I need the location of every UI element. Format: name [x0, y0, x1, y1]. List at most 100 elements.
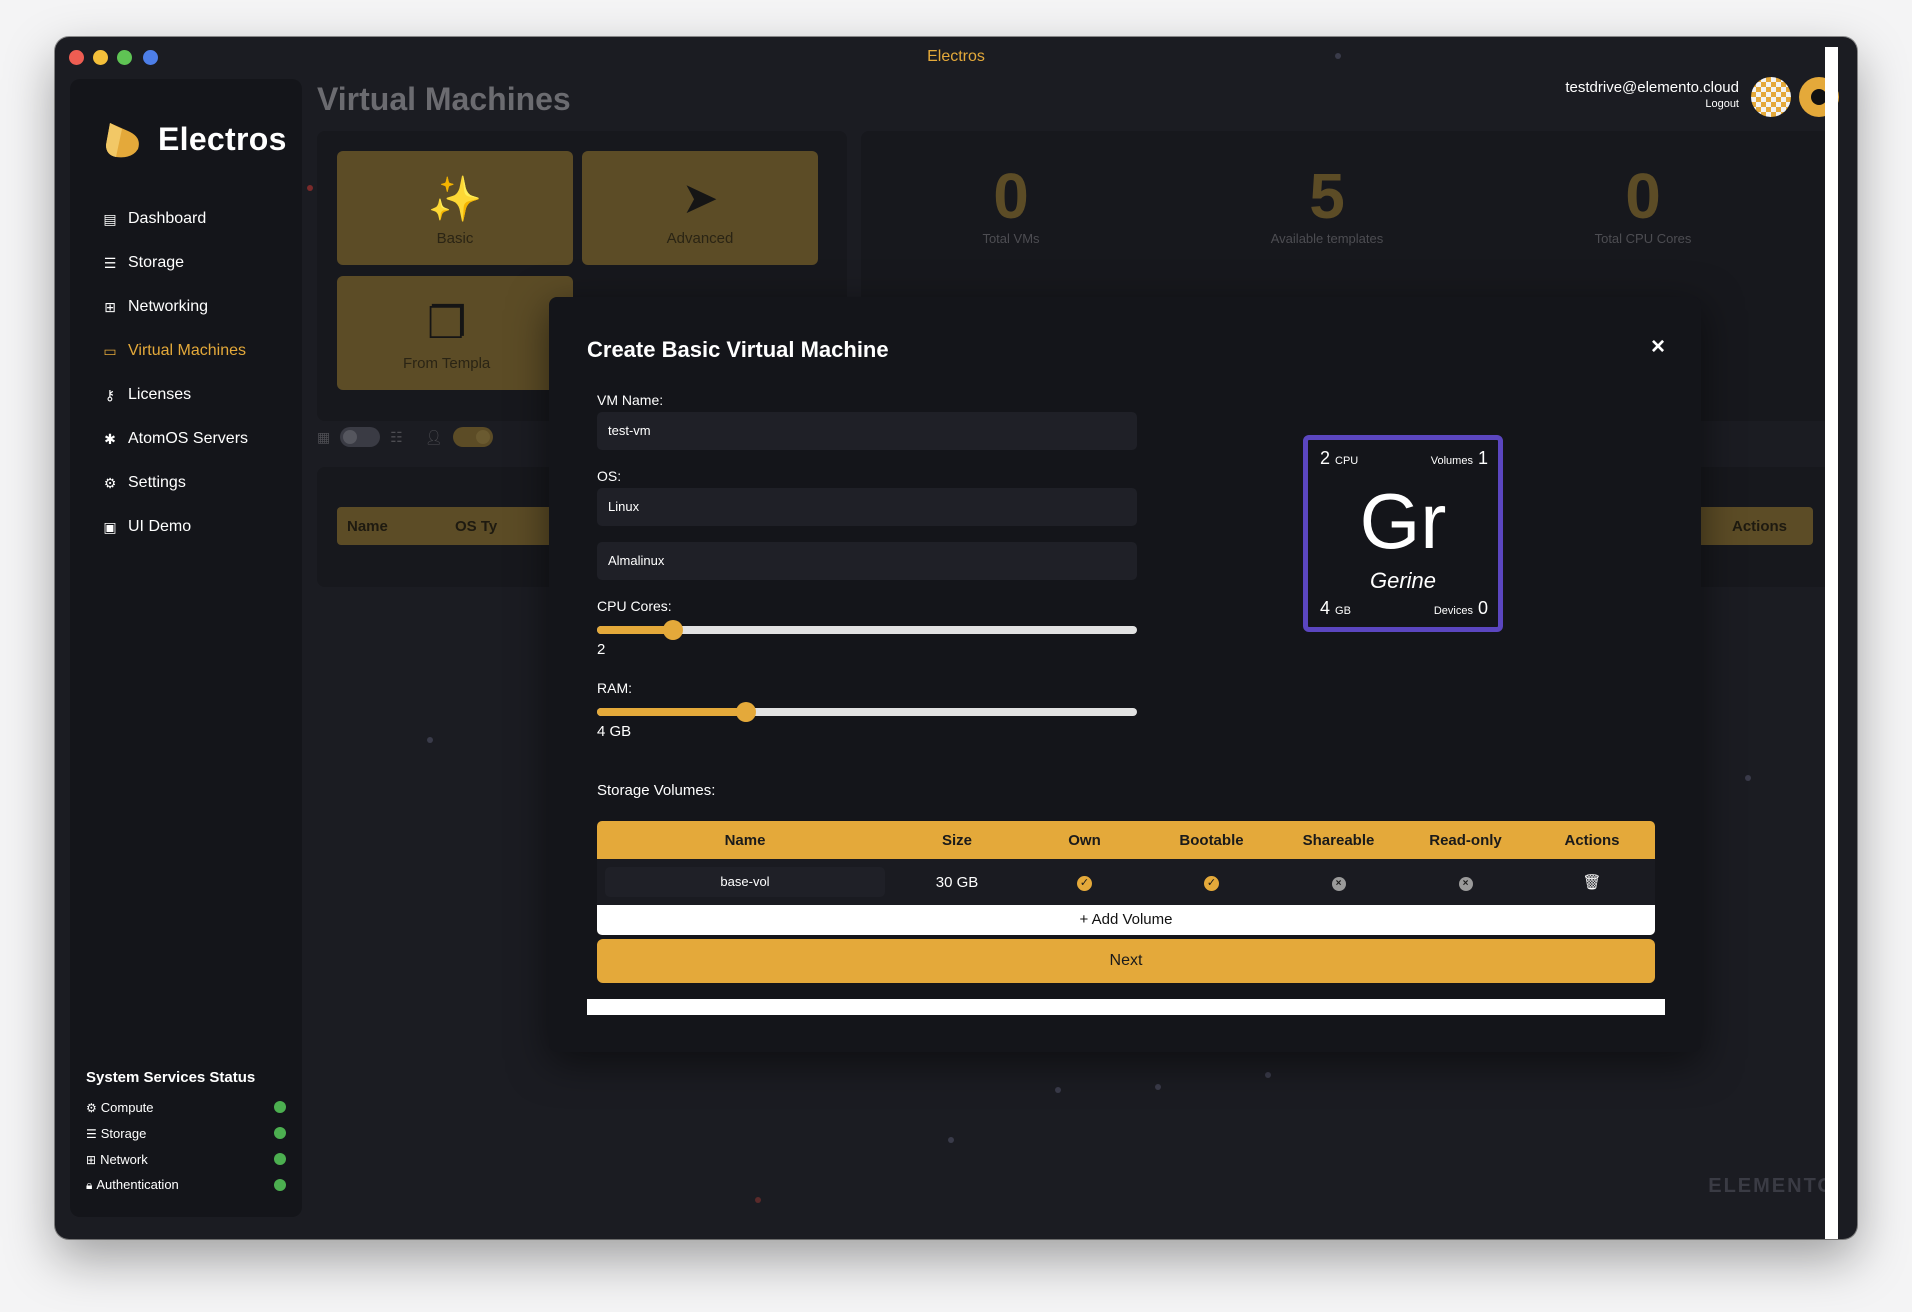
volume-name-input[interactable]: base-vol	[605, 867, 885, 897]
slider-fill	[597, 626, 673, 634]
brand[interactable]: Electros	[102, 117, 287, 161]
list-icon: ☷	[390, 428, 403, 445]
slider-thumb[interactable]	[735, 702, 756, 722]
status-row-network: ⊞ Network	[86, 1146, 286, 1172]
cpu-cores-value: 2	[597, 641, 606, 658]
sidebar-item-licenses[interactable]: ⚷ Licenses	[100, 373, 248, 417]
card-volumes: Volumes 1	[1430, 448, 1488, 468]
card-symbol: Gr	[1359, 477, 1447, 565]
volumes-table-header: Name Size Own Bootable Shareable Read-on…	[597, 821, 1655, 859]
sidebar-nav: ▤ Dashboard ☰ Storage ⊞ Networking ▭ Vir…	[100, 197, 248, 549]
bootable-check-icon[interactable]: ✓	[1204, 876, 1219, 891]
electros-logo-icon	[106, 123, 139, 158]
card-ram: 4 GB	[1320, 598, 1351, 618]
sidebar-item-dashboard[interactable]: ▤ Dashboard	[100, 197, 248, 241]
scrollbar[interactable]	[1825, 47, 1838, 1239]
stat-label: Total CPU Cores	[1594, 231, 1692, 246]
column-header: Read-only	[1429, 831, 1502, 849]
cpu-cores-slider[interactable]	[597, 620, 1137, 640]
ram-label: RAM:	[597, 680, 632, 696]
storage-volumes-label: Storage Volumes:	[597, 782, 716, 799]
monitor-icon: ▭	[103, 342, 117, 359]
copy-icon: ❐	[427, 299, 467, 348]
card-devices: Devices 0	[1433, 598, 1488, 618]
page-title: Virtual Machines	[317, 81, 571, 117]
logout-link[interactable]: Logout	[1565, 98, 1739, 110]
network-icon: ⊞	[104, 298, 116, 315]
vm-name-input[interactable]	[597, 412, 1137, 450]
magic-wand-icon: ✨	[427, 175, 483, 224]
status-label: Compute	[100, 1099, 154, 1115]
create-from-template-card[interactable]: ❐ From Templa	[337, 276, 573, 390]
column-header: Name	[724, 831, 766, 849]
sidebar-item-virtual-machines[interactable]: ▭ Virtual Machines	[100, 329, 248, 373]
volume-size: 30 GB	[935, 873, 979, 891]
sidebar-item-networking[interactable]: ⊞ Networking	[100, 285, 248, 329]
status-row-compute: ⚙ Compute	[86, 1094, 286, 1120]
column-name[interactable]: Name	[347, 518, 388, 535]
ram-value: 4 GB	[597, 723, 632, 740]
shareable-x-icon[interactable]: ×	[1331, 877, 1346, 891]
stat-label: Available templates	[1270, 231, 1384, 246]
network-icon: ⊞	[86, 1152, 97, 1167]
lock-icon: 🔒︎	[86, 1178, 93, 1192]
next-button[interactable]: Next	[597, 939, 1655, 983]
owner-toggle[interactable]	[452, 427, 493, 447]
database-icon: ☰	[86, 1126, 97, 1141]
vm-element-card: 2 CPU Volumes 1 Gr Gerine 4 GB Devices 0	[1303, 435, 1503, 632]
os-family-select[interactable]: Linux	[597, 488, 1137, 526]
avatar[interactable]	[1751, 77, 1791, 117]
sidebar-item-label: AtomOS Servers	[128, 430, 249, 447]
user-menu: testdrive@elemento.cloud Logout	[1565, 79, 1739, 110]
sidebar-item-settings[interactable]: ⚙ Settings	[100, 461, 248, 505]
own-check-icon[interactable]: ✓	[1077, 876, 1092, 891]
os-label: OS:	[597, 468, 622, 484]
readonly-x-icon[interactable]: ×	[1458, 877, 1473, 891]
status-label: Storage	[100, 1125, 147, 1141]
sidebar-item-label: UI Demo	[128, 518, 192, 535]
create-basic-card[interactable]: ✨ Basic	[337, 151, 573, 265]
gear-icon: ⚙	[103, 474, 117, 491]
window-title: Electros	[927, 48, 985, 65]
sidebar-item-label: Virtual Machines	[128, 342, 246, 359]
column-os-type[interactable]: OS Ty	[455, 518, 497, 535]
ram-slider[interactable]	[597, 702, 1137, 722]
sidebar-item-label: Settings	[128, 474, 186, 491]
add-volume-button[interactable]: + Add Volume	[597, 905, 1655, 935]
modal-title: Create Basic Virtual Machine	[587, 337, 889, 362]
column-header: Actions	[1564, 831, 1620, 849]
stat-total-vms: 0 Total VMs	[891, 161, 1131, 246]
sidebar-item-label: Networking	[128, 298, 209, 315]
atom-icon: ✱	[104, 430, 116, 447]
column-actions: Actions	[1732, 518, 1788, 535]
create-vm-modal: Create Basic Virtual Machine × VM Name: …	[549, 297, 1701, 1052]
sidebar-item-ui-demo[interactable]: ▣ UI Demo	[100, 505, 248, 549]
window-icon: ▣	[103, 518, 117, 535]
stat-total-cpu-cores: 0 Total CPU Cores	[1523, 161, 1763, 246]
progress-bar	[587, 999, 1665, 1015]
card-label: Advanced	[666, 230, 734, 247]
grid-icon: ▦	[317, 428, 331, 445]
status-row-storage: ☰ Storage	[86, 1120, 286, 1146]
stat-available-templates: 5 Available templates	[1207, 161, 1447, 246]
chart-icon: ▤	[103, 210, 117, 227]
elemento-logo: ELEMENTO	[1708, 1175, 1835, 1197]
database-icon: ☰	[103, 254, 117, 271]
view-toggle[interactable]	[340, 427, 381, 447]
status-ok-indicator	[274, 1153, 286, 1165]
create-advanced-card[interactable]: ➤ Advanced	[582, 151, 818, 265]
os-flavor-select[interactable]: Almalinux	[597, 542, 1137, 580]
slider-fill	[597, 708, 746, 716]
trash-icon[interactable]: 🗑︎	[1582, 873, 1601, 891]
stat-value: 0	[1625, 160, 1661, 232]
column-header: Size	[941, 831, 972, 849]
status-ok-indicator	[274, 1101, 286, 1113]
sidebar-item-storage[interactable]: ☰ Storage	[100, 241, 248, 285]
close-icon[interactable]: ×	[1651, 333, 1665, 361]
card-label: Basic	[436, 230, 474, 247]
column-header: Shareable	[1302, 831, 1375, 849]
status-ok-indicator	[274, 1179, 286, 1191]
slider-thumb[interactable]	[662, 620, 683, 640]
card-name: Gerine	[1369, 568, 1437, 593]
sidebar-item-atomos-servers[interactable]: ✱ AtomOS Servers	[100, 417, 248, 461]
